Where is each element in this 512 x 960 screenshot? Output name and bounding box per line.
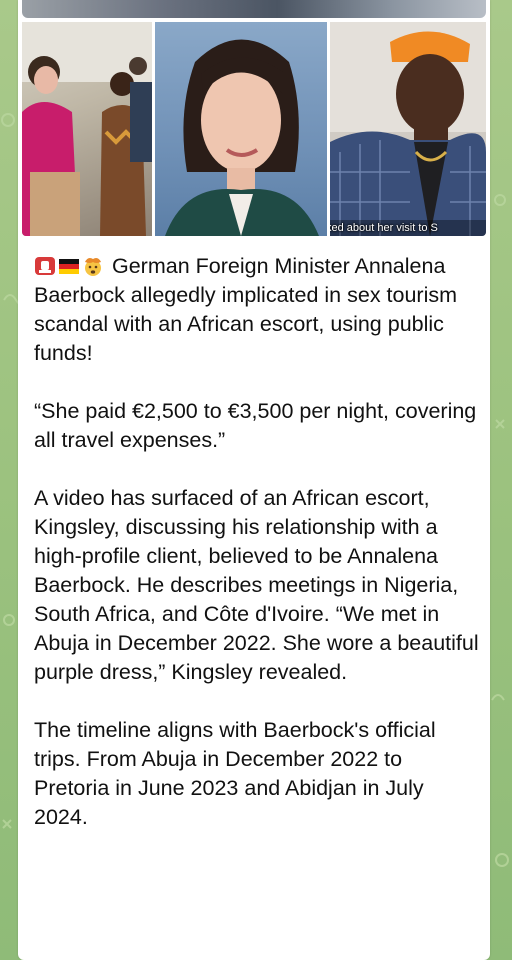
body-paragraph-1: A video has surfaced of an African escor… [34, 486, 479, 684]
photo-group-market[interactable] [22, 22, 152, 236]
photo-portrait-woman-icon [165, 39, 319, 236]
body-paragraph-2: The timeline aligns with Baerbock's offi… [34, 718, 436, 829]
previous-image-strip[interactable] [22, 0, 486, 18]
photo-man-orange-cap-icon [330, 22, 486, 236]
message-text: German Foreign Minister Annalena Baerboc… [34, 252, 482, 861]
photo-group-market-icon [22, 22, 152, 236]
photo-album: ked about her visit to S [22, 22, 486, 236]
message-bubble: ked about her visit to S German Foreign … [18, 0, 490, 960]
photo-man-orange-cap[interactable]: ked about her visit to S [330, 22, 486, 236]
quote-paragraph: “She paid €2,500 to €3,500 per night, co… [34, 399, 477, 452]
rotating-light-emoji [35, 257, 55, 275]
photo-portrait-woman[interactable] [155, 22, 327, 236]
video-caption-overlay: ked about her visit to S [330, 220, 486, 236]
exploding-head-emoji [85, 258, 101, 276]
german-flag-emoji [59, 259, 79, 274]
headline-paragraph: German Foreign Minister Annalena Baerboc… [34, 252, 482, 368]
